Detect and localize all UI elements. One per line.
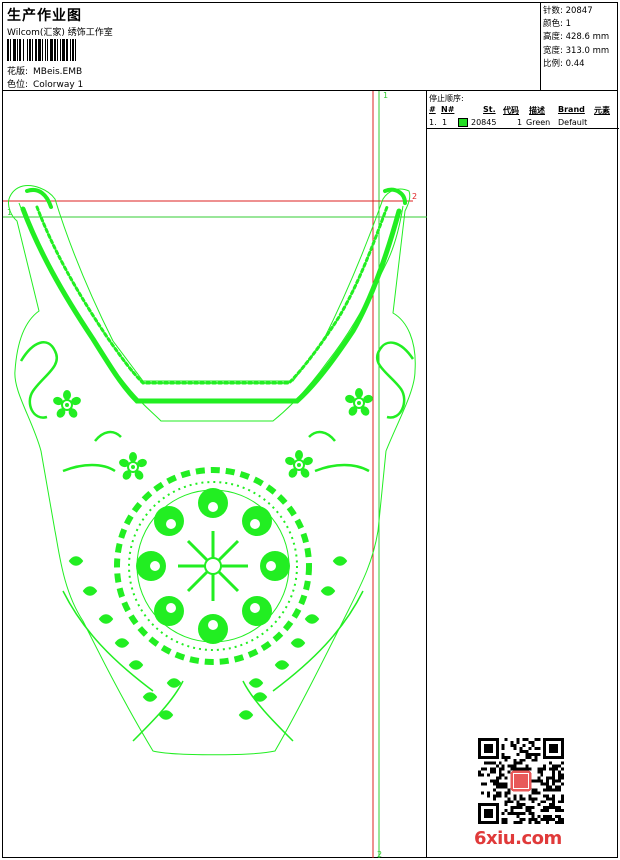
col-stitches: St. — [483, 105, 496, 114]
col-description: 描述 — [529, 106, 545, 115]
col-brand: Brand — [558, 105, 585, 114]
col-element: 元素 — [594, 106, 610, 115]
qr-code — [478, 738, 564, 824]
center-medallion — [114, 467, 312, 665]
colorway-label: 色位: — [7, 80, 29, 90]
design-file-label: 花版: — [7, 67, 29, 77]
guide-label-red: 2 — [412, 192, 417, 201]
guide-label-bottom: 2 — [377, 850, 382, 858]
stat-scale: 比例: 0.44 — [543, 58, 585, 69]
design-file-value: MBeis.EMB — [33, 67, 83, 77]
neckline-band — [20, 187, 407, 404]
row-number: 1 — [442, 118, 448, 127]
stat-height: 高度: 428.6 mm — [543, 32, 610, 43]
stat-colors: 颜色: 1 — [543, 19, 571, 30]
stop-sequence-row: 1. 1 20845 1 Green Default — [427, 118, 619, 129]
embroidery-drawing: 1 1 2 2 — [3, 91, 427, 858]
sheet-title: 生产作业图 — [7, 8, 82, 24]
design-file-row: 花版: MBeis.EMB — [7, 64, 82, 77]
row-brand: Default — [558, 118, 588, 127]
row-stitches: 20845 — [471, 118, 497, 127]
col-number: N# — [441, 105, 455, 114]
row-index: 1. — [429, 118, 437, 127]
watermark-text: 6xiu.com — [474, 828, 562, 849]
col-code: 代码 — [503, 106, 519, 115]
thread-color-swatch — [458, 118, 468, 127]
stop-sequence-title: 停止顺序: — [429, 94, 464, 103]
stitch-stats: 针数: 20847 颜色: 1 高度: 428.6 mm 宽度: 313.0 m… — [541, 3, 617, 91]
sheet-header: 生产作业图 Wilcom(汇家) 绣饰工作室 花版: MBeis.EMB 色位: C… — [3, 3, 541, 91]
colorway-row: 色位: Colorway 1 — [7, 77, 83, 90]
row-code: 1 — [517, 118, 523, 127]
production-sheet: 生产作业图 Wilcom(汇家) 绣饰工作室 花版: MBeis.EMB 色位: C… — [2, 2, 619, 858]
design-preview: 1 1 2 2 — [3, 91, 427, 858]
barcode — [7, 39, 119, 61]
row-description: Green — [526, 118, 551, 127]
colorway-value: Colorway 1 — [33, 80, 84, 90]
company-name: Wilcom(汇家) 绣饰工作室 — [7, 28, 113, 38]
stop-sequence-panel: 停止顺序: # N# St. 代码 描述 Brand 元素 1. 1 20845… — [427, 91, 619, 129]
stop-sequence-header: # N# St. 代码 描述 Brand 元素 — [427, 105, 619, 116]
col-hash: # — [429, 105, 436, 114]
stat-width: 宽度: 313.0 mm — [543, 45, 610, 56]
stat-stitches: 针数: 20847 — [543, 6, 593, 16]
guide-label-top-right: 1 — [383, 91, 388, 100]
